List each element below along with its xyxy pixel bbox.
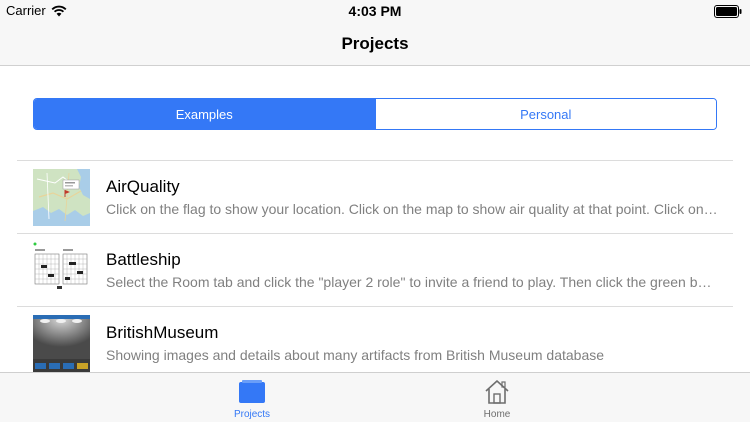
project-title: BritishMuseum bbox=[106, 323, 219, 342]
tab-projects[interactable]: Projects bbox=[202, 373, 302, 422]
clock: 4:03 PM bbox=[348, 3, 402, 19]
project-list: AirQuality Click on the flag to show you… bbox=[17, 160, 733, 380]
house-icon bbox=[485, 380, 509, 404]
map-thumbnail bbox=[33, 169, 90, 226]
segment-examples[interactable]: Examples bbox=[34, 99, 375, 129]
tab-bar: Projects Home bbox=[0, 372, 750, 422]
battery-icon bbox=[714, 5, 742, 18]
grid-thumbnail bbox=[33, 242, 90, 299]
tab-home[interactable]: Home bbox=[447, 373, 547, 422]
tab-label: Projects bbox=[233, 409, 271, 420]
segmented-control: Examples Personal bbox=[33, 98, 717, 130]
page-title: Projects bbox=[341, 34, 409, 53]
project-title: AirQuality bbox=[106, 177, 180, 196]
project-description: Showing images and details about many ar… bbox=[106, 347, 605, 363]
project-description: Click on the flag to show your location.… bbox=[106, 201, 718, 217]
project-title: Battleship bbox=[106, 250, 181, 269]
list-item[interactable]: BritishMuseum Showing images and details… bbox=[17, 307, 733, 380]
tab-label: Home bbox=[483, 409, 511, 420]
gallery-thumbnail bbox=[33, 315, 90, 372]
segment-personal[interactable]: Personal bbox=[374, 99, 716, 129]
list-item[interactable]: Battleship Select the Room tab and click… bbox=[17, 234, 733, 307]
folder-icon bbox=[239, 380, 265, 403]
project-description: Select the Room tab and click the "playe… bbox=[106, 274, 718, 290]
list-item[interactable]: AirQuality Click on the flag to show you… bbox=[17, 161, 733, 234]
navigation-bar: Projects bbox=[0, 22, 750, 66]
status-bar: Carrier 4:03 PM bbox=[0, 0, 750, 22]
